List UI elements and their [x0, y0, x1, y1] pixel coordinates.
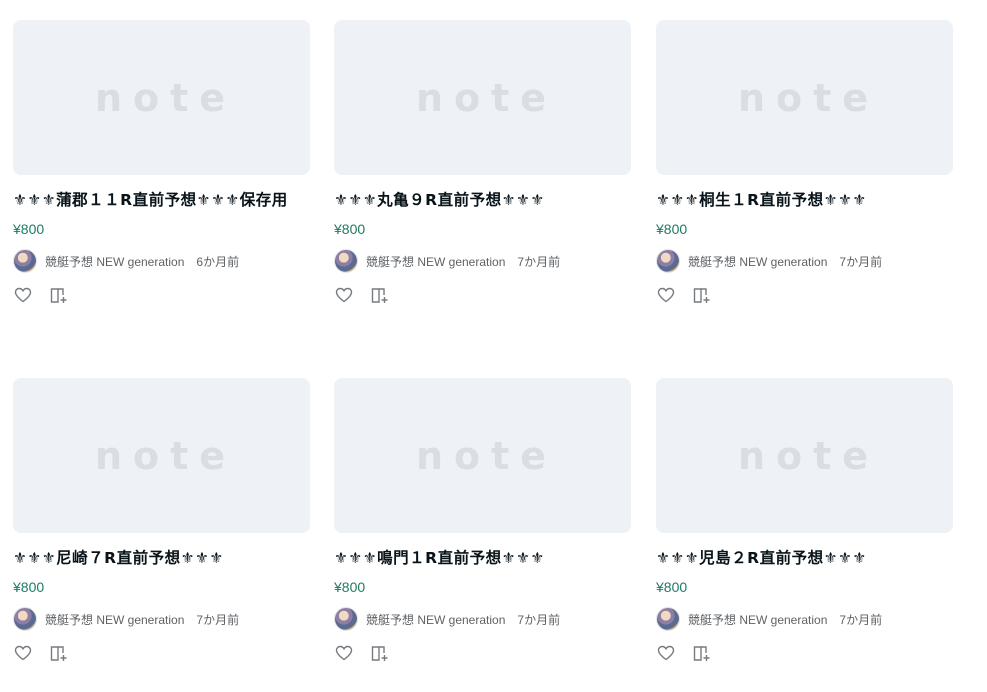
card-thumbnail[interactable]: note [13, 378, 310, 533]
avatar[interactable] [656, 249, 680, 273]
card-price: ¥800 [656, 579, 688, 595]
magazine-add-icon[interactable] [692, 285, 712, 305]
author-name[interactable]: 競艇予想 NEW generation [45, 253, 184, 270]
card-title[interactable]: ⚜⚜⚜尼崎７R直前予想⚜⚜⚜ [13, 546, 311, 570]
author-name[interactable]: 競艇予想 NEW generation [366, 253, 505, 270]
avatar[interactable] [656, 607, 680, 631]
card-price: ¥800 [13, 221, 45, 237]
magazine-add-icon[interactable] [370, 643, 390, 663]
post-time: 7か月前 [839, 612, 883, 627]
avatar[interactable] [13, 607, 37, 631]
author-row: 競艇予想 NEW generation 7か月前 [334, 249, 632, 273]
card-title[interactable]: ⚜⚜⚜桐生１R直前予想⚜⚜⚜ [656, 188, 954, 212]
post-time: 6か月前 [196, 254, 240, 269]
card-actions [334, 285, 632, 305]
card-actions [656, 643, 954, 663]
note-card[interactable]: note ⚜⚜⚜尼崎７R直前予想⚜⚜⚜ ¥800 競艇予想 NEW genera… [13, 378, 311, 663]
heart-outline-icon[interactable] [13, 285, 33, 305]
post-time: 7か月前 [196, 612, 240, 627]
card-title[interactable]: ⚜⚜⚜鳴門１R直前予想⚜⚜⚜ [334, 546, 632, 570]
note-logo-placeholder: note [737, 75, 880, 120]
card-price: ¥800 [13, 579, 45, 595]
note-card[interactable]: note ⚜⚜⚜児島２R直前予想⚜⚜⚜ ¥800 競艇予想 NEW genera… [656, 378, 954, 663]
author-name[interactable]: 競艇予想 NEW generation [688, 611, 827, 628]
avatar[interactable] [13, 249, 37, 273]
note-logo-placeholder: note [94, 433, 237, 478]
card-thumbnail[interactable]: note [656, 20, 953, 175]
heart-outline-icon[interactable] [13, 643, 33, 663]
card-thumbnail[interactable]: note [656, 378, 953, 533]
heart-outline-icon[interactable] [656, 643, 676, 663]
note-logo-placeholder: note [737, 433, 880, 478]
card-actions [334, 643, 632, 663]
magazine-add-icon[interactable] [49, 285, 69, 305]
card-thumbnail[interactable]: note [334, 378, 631, 533]
magazine-add-icon[interactable] [49, 643, 69, 663]
card-title[interactable]: ⚜⚜⚜児島２R直前予想⚜⚜⚜ [656, 546, 954, 570]
post-time: 7か月前 [839, 254, 883, 269]
avatar[interactable] [334, 607, 358, 631]
post-time: 7か月前 [517, 612, 561, 627]
author-row: 競艇予想 NEW generation 7か月前 [13, 607, 311, 631]
note-card[interactable]: note ⚜⚜⚜桐生１R直前予想⚜⚜⚜ ¥800 競艇予想 NEW genera… [656, 20, 954, 305]
card-title[interactable]: ⚜⚜⚜蒲郡１１R直前予想⚜⚜⚜保存用 [13, 188, 311, 212]
card-thumbnail[interactable]: note [13, 20, 310, 175]
author-name[interactable]: 競艇予想 NEW generation [45, 611, 184, 628]
card-thumbnail[interactable]: note [334, 20, 631, 175]
heart-outline-icon[interactable] [334, 285, 354, 305]
magazine-add-icon[interactable] [370, 285, 390, 305]
card-actions [13, 285, 311, 305]
post-time: 7か月前 [517, 254, 561, 269]
note-logo-placeholder: note [415, 75, 558, 120]
card-actions [13, 643, 311, 663]
note-logo-placeholder: note [415, 433, 558, 478]
note-logo-placeholder: note [94, 75, 237, 120]
note-card[interactable]: note ⚜⚜⚜鳴門１R直前予想⚜⚜⚜ ¥800 競艇予想 NEW genera… [334, 378, 632, 663]
card-price: ¥800 [334, 221, 366, 237]
heart-outline-icon[interactable] [656, 285, 676, 305]
card-price: ¥800 [334, 579, 366, 595]
author-row: 競艇予想 NEW generation 7か月前 [334, 607, 632, 631]
author-name[interactable]: 競艇予想 NEW generation [366, 611, 505, 628]
card-title[interactable]: ⚜⚜⚜丸亀９R直前予想⚜⚜⚜ [334, 188, 632, 212]
author-row: 競艇予想 NEW generation 7か月前 [656, 249, 954, 273]
magazine-add-icon[interactable] [692, 643, 712, 663]
author-name[interactable]: 競艇予想 NEW generation [688, 253, 827, 270]
author-row: 競艇予想 NEW generation 6か月前 [13, 249, 311, 273]
card-price: ¥800 [656, 221, 688, 237]
heart-outline-icon[interactable] [334, 643, 354, 663]
author-row: 競艇予想 NEW generation 7か月前 [656, 607, 954, 631]
note-card[interactable]: note ⚜⚜⚜丸亀９R直前予想⚜⚜⚜ ¥800 競艇予想 NEW genera… [334, 20, 632, 305]
note-card[interactable]: note ⚜⚜⚜蒲郡１１R直前予想⚜⚜⚜保存用 ¥800 競艇予想 NEW ge… [13, 20, 311, 305]
avatar[interactable] [334, 249, 358, 273]
card-actions [656, 285, 954, 305]
